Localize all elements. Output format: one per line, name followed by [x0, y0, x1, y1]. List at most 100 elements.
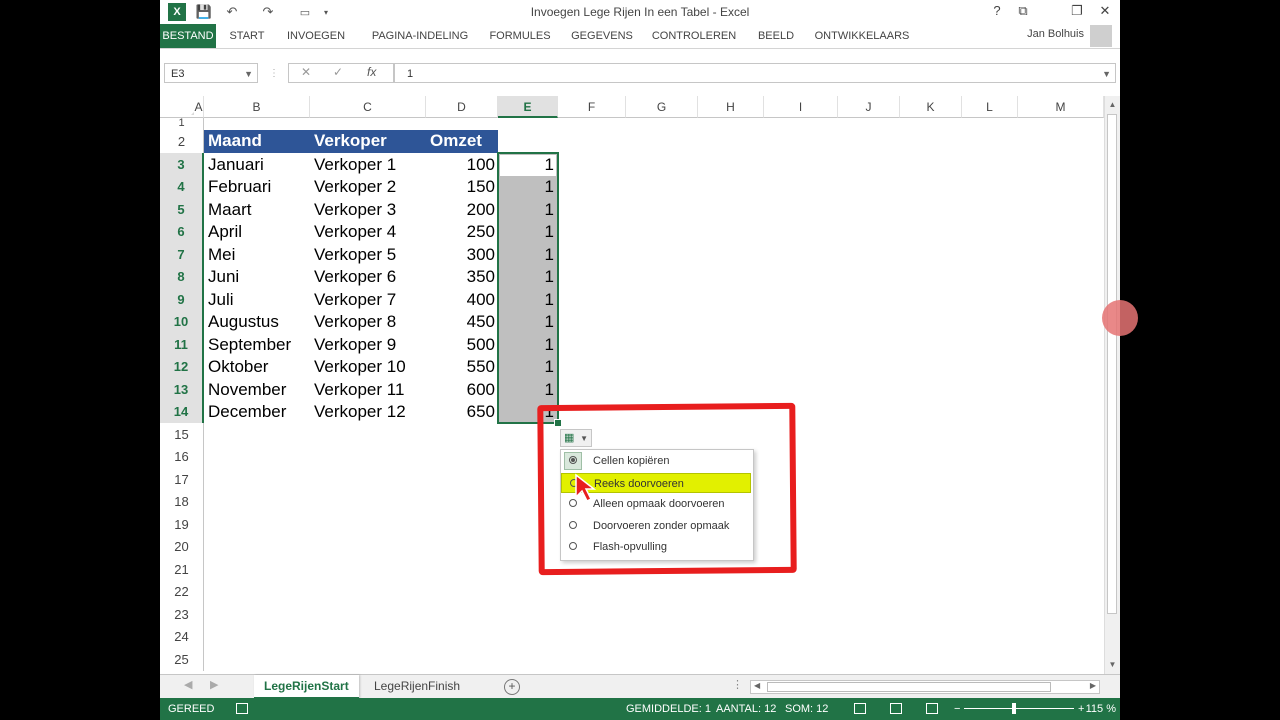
name-box[interactable]: E3 ▼	[164, 63, 258, 83]
floating-record-button[interactable]	[1102, 300, 1138, 336]
column-header-a[interactable]: A	[194, 96, 204, 118]
cell-omzet[interactable]: 300	[426, 243, 495, 266]
cell-omzet[interactable]: 350	[426, 266, 495, 288]
add-sheet-icon[interactable]: +	[504, 679, 520, 695]
cell-e[interactable]: 1	[498, 311, 554, 333]
column-header-b[interactable]: B	[204, 96, 310, 118]
cell-e[interactable]: 1	[498, 288, 554, 311]
row-header[interactable]: 6	[160, 221, 204, 243]
tab-ontwikkelaars[interactable]: ONTWIKKELAARS	[814, 24, 910, 48]
column-header-d[interactable]: D	[426, 96, 498, 118]
column-header-h[interactable]: H	[698, 96, 764, 118]
zoom-out-button[interactable]: −	[954, 698, 960, 720]
status-average[interactable]: GEMIDDELDE: 1	[626, 698, 711, 720]
cell-maand[interactable]: Januari	[208, 153, 310, 176]
cell-omzet[interactable]: 650	[426, 401, 495, 423]
cell-maand[interactable]: Mei	[208, 243, 310, 266]
row-header[interactable]: 10	[160, 311, 204, 333]
column-header-m[interactable]: M	[1018, 96, 1104, 118]
cell-e[interactable]: 1	[498, 378, 554, 401]
prev-sheet-icon[interactable]: ◀	[184, 678, 192, 691]
expand-formula-icon[interactable]: ▼	[1102, 64, 1111, 84]
cell-verkoper[interactable]: Verkoper 3	[314, 198, 426, 221]
row-header[interactable]: 11	[160, 333, 204, 356]
row-header[interactable]: 21	[160, 558, 204, 581]
tab-beeld[interactable]: BEELD	[752, 24, 800, 48]
restore-icon[interactable]: ❐	[1064, 2, 1090, 20]
row-header[interactable]: 2	[160, 130, 204, 153]
cell-maand[interactable]: September	[208, 333, 310, 356]
row-header[interactable]: 9	[160, 288, 204, 311]
formula-input[interactable]: 1 ▼	[394, 63, 1116, 83]
scroll-thumb[interactable]	[1107, 114, 1117, 614]
cell-verkoper[interactable]: Verkoper 7	[314, 288, 426, 311]
help-icon[interactable]: ?	[984, 2, 1010, 20]
horizontal-scrollbar[interactable]: ◀ ▶	[750, 680, 1100, 694]
cell-e[interactable]: 1	[498, 243, 554, 266]
cell-verkoper[interactable]: Verkoper 5	[314, 243, 426, 266]
cell-maand[interactable]: November	[208, 378, 310, 401]
row-header[interactable]: 3	[160, 153, 204, 176]
column-header-f[interactable]: F	[558, 96, 626, 118]
avatar[interactable]	[1090, 25, 1112, 47]
cell-verkoper[interactable]: Verkoper 12	[314, 401, 426, 423]
table-header-omzet[interactable]: Omzet	[426, 130, 498, 153]
cell-maand[interactable]: Juli	[208, 288, 310, 311]
row-header[interactable]: 7	[160, 243, 204, 266]
cell-maand[interactable]: Augustus	[208, 311, 310, 333]
tab-start[interactable]: START	[222, 24, 272, 48]
insert-function-icon[interactable]: fx	[367, 65, 376, 79]
row-header[interactable]: 22	[160, 581, 204, 603]
vertical-scrollbar[interactable]: ▲ ▼	[1104, 96, 1120, 674]
tab-bestand[interactable]: BESTAND	[160, 24, 216, 48]
cell-omzet[interactable]: 100	[426, 153, 495, 176]
cell-maand[interactable]: Februari	[208, 176, 310, 198]
cell-omzet[interactable]: 400	[426, 288, 495, 311]
cell-maand[interactable]: Juni	[208, 266, 310, 288]
column-header-k[interactable]: K	[900, 96, 962, 118]
cell-verkoper[interactable]: Verkoper 6	[314, 266, 426, 288]
cell-maand[interactable]: December	[208, 401, 310, 423]
sheet-tab-legerijenstart[interactable]: LegeRijenStart	[254, 675, 359, 699]
cell-e[interactable]: 1	[498, 153, 554, 176]
tab-gegevens[interactable]: GEGEVENS	[568, 24, 636, 48]
row-header[interactable]: 20	[160, 536, 204, 558]
scroll-thumb[interactable]	[767, 682, 1051, 692]
status-sum[interactable]: SOM: 12	[785, 698, 828, 720]
cell-e[interactable]: 1	[498, 333, 554, 356]
table-header-verkoper[interactable]: Verkoper	[310, 130, 426, 153]
cell-verkoper[interactable]: Verkoper 8	[314, 311, 426, 333]
cell-verkoper[interactable]: Verkoper 4	[314, 221, 426, 243]
cell-omzet[interactable]: 150	[426, 176, 495, 198]
close-icon[interactable]: ✕	[1092, 2, 1118, 20]
zoom-level[interactable]: 115 %	[1082, 698, 1116, 720]
cell-verkoper[interactable]: Verkoper 9	[314, 333, 426, 356]
cell-maand[interactable]: Maart	[208, 198, 310, 221]
cell-omzet[interactable]: 500	[426, 333, 495, 356]
macro-record-icon[interactable]	[236, 703, 248, 714]
row-header[interactable]: 14	[160, 401, 204, 423]
row-header[interactable]: 12	[160, 356, 204, 378]
row-header[interactable]: 8	[160, 266, 204, 288]
page-layout-icon[interactable]	[890, 703, 902, 714]
status-count[interactable]: AANTAL: 12	[716, 698, 776, 720]
row-header[interactable]: 23	[160, 603, 204, 626]
chevron-down-icon[interactable]: ▼	[244, 64, 253, 84]
cell-e[interactable]: 1	[498, 266, 554, 288]
column-header-j[interactable]: J	[838, 96, 900, 118]
cell-omzet[interactable]: 250	[426, 221, 495, 243]
row-header[interactable]: 1	[160, 118, 204, 130]
tab-pagina-indeling[interactable]: PAGINA-INDELING	[366, 24, 474, 48]
cancel-icon[interactable]: ✕	[301, 65, 311, 79]
row-header[interactable]: 5	[160, 198, 204, 221]
row-header[interactable]: 18	[160, 491, 204, 513]
row-header[interactable]: 17	[160, 468, 204, 491]
column-header-i[interactable]: I	[764, 96, 838, 118]
scroll-right-icon[interactable]: ▶	[1090, 681, 1096, 690]
column-header-l[interactable]: L	[962, 96, 1018, 118]
cell-verkoper[interactable]: Verkoper 10	[314, 356, 426, 378]
cell-verkoper[interactable]: Verkoper 2	[314, 176, 426, 198]
row-header[interactable]: 19	[160, 513, 204, 536]
column-header-c[interactable]: C	[310, 96, 426, 118]
tab-invoegen[interactable]: INVOEGEN	[284, 24, 348, 48]
